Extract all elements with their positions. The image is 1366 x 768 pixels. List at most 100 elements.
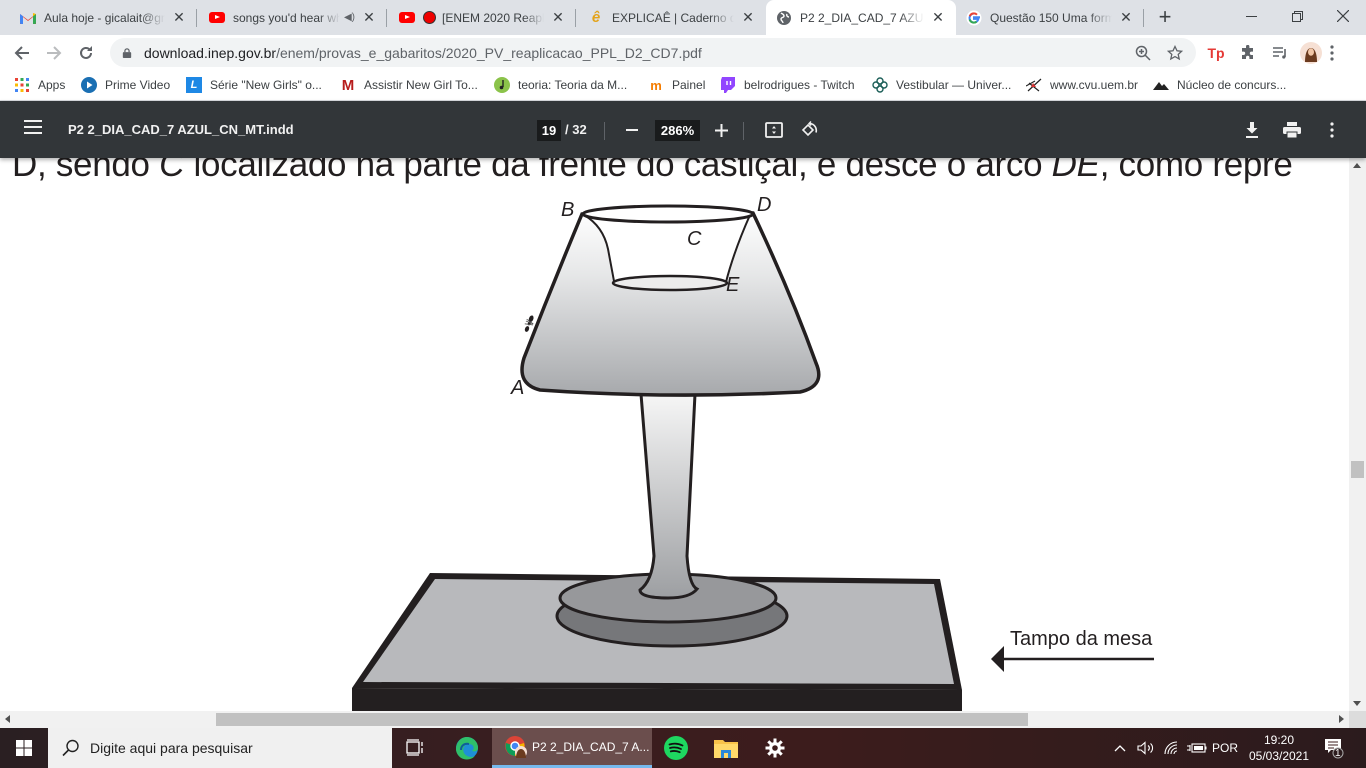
bookmark-label: Série "New Girls" o...: [210, 78, 322, 92]
notification-count-badge: 1: [1335, 748, 1341, 759]
network-button[interactable]: [1164, 728, 1180, 768]
sidebar-menu-button[interactable]: [24, 120, 42, 134]
taskbar-search-box[interactable]: Digite aqui para pesquisar: [48, 728, 392, 768]
more-vert-icon: [1330, 45, 1334, 61]
prime-video-icon: [81, 77, 97, 93]
lock-icon: [122, 47, 132, 58]
forward-button[interactable]: [42, 41, 66, 65]
close-tab-icon[interactable]: ✕: [930, 9, 946, 26]
arrow-right-icon: [47, 46, 62, 60]
minus-icon: [626, 129, 638, 131]
bookmark-nucleo[interactable]: Núcleo de concurs...: [1153, 76, 1286, 94]
fit-to-page-icon: [765, 122, 783, 138]
chevron-up-icon: [1114, 745, 1126, 752]
volume-button[interactable]: [1137, 728, 1155, 768]
close-tab-icon[interactable]: ✕: [740, 9, 756, 26]
horizontal-scroll-thumb[interactable]: [216, 713, 1028, 726]
rotate-button[interactable]: [798, 118, 822, 142]
file-explorer-button[interactable]: [702, 728, 750, 768]
browser-toolbar: download.inep.gov.br/enem/provas_e_gabar…: [0, 35, 1366, 70]
address-bar[interactable]: download.inep.gov.br/enem/provas_e_gabar…: [110, 38, 1196, 67]
bookmark-serie-new-girls[interactable]: L Série "New Girls" o...: [186, 76, 322, 94]
tab-title: songs you'd hear while: [233, 10, 340, 25]
zoom-level-input[interactable]: 286%: [655, 120, 700, 141]
bookmark-cvu[interactable]: www.cvu.uem.br: [1026, 76, 1138, 94]
bookmark-assistir-new-girl[interactable]: M Assistir New Girl To...: [340, 76, 478, 94]
reload-button[interactable]: [74, 41, 98, 65]
close-tab-icon[interactable]: ✕: [171, 9, 187, 26]
back-button[interactable]: [10, 41, 34, 65]
close-window-button[interactable]: [1320, 0, 1366, 32]
tab-youtube-enem[interactable]: [ENEM 2020 Reaplicação ✕: [387, 0, 576, 35]
start-button[interactable]: [0, 728, 48, 768]
toolbar-divider: [743, 122, 744, 140]
scroll-right-arrow[interactable]: [1339, 715, 1344, 723]
point-label-b: B: [561, 199, 575, 221]
chrome-menu-button[interactable]: [1321, 42, 1343, 64]
tab-explicae[interactable]: ê EXPLICAÊ | Caderno de ✕: [576, 0, 766, 35]
zoom-indicator-icon[interactable]: [1134, 44, 1152, 62]
bookmark-teoria[interactable]: teoria: Teoria da M...: [494, 76, 627, 94]
explicae-icon: ê: [591, 9, 601, 26]
pdf-toolbar: P2 2_DIA_CAD_7 AZUL_CN_MT.indd 19 / 32 2…: [0, 101, 1366, 158]
action-center-button[interactable]: 1: [1324, 728, 1344, 768]
bookmark-star-icon[interactable]: [1166, 44, 1184, 62]
bookmark-vestibular[interactable]: Vestibular — Univer...: [872, 76, 1011, 94]
close-tab-icon[interactable]: ✕: [1118, 9, 1134, 26]
zoom-in-button[interactable]: [709, 118, 733, 142]
input-language-indicator[interactable]: POR: [1212, 728, 1238, 768]
close-icon: [1337, 10, 1349, 22]
print-button[interactable]: [1280, 118, 1304, 142]
fit-page-button[interactable]: [762, 118, 786, 142]
bookmark-painel[interactable]: m Painel: [648, 76, 705, 94]
close-tab-icon[interactable]: ✕: [361, 9, 377, 26]
taskbar-clock[interactable]: 19:20 05/03/2021: [1244, 732, 1314, 764]
tab-title: [ENEM 2020 Reaplicação: [442, 10, 544, 25]
spotify-button[interactable]: [652, 728, 700, 768]
scroll-up-arrow[interactable]: [1353, 163, 1361, 168]
bookmark-prime-video[interactable]: Prime Video: [81, 76, 170, 94]
settings-button[interactable]: [751, 728, 799, 768]
close-tab-icon[interactable]: ✕: [550, 9, 566, 26]
task-view-button[interactable]: [392, 728, 440, 768]
minimize-button[interactable]: [1228, 0, 1274, 32]
pdf-viewport[interactable]: D, sendo C localizado na parte da frente…: [0, 101, 1349, 711]
battery-button[interactable]: [1187, 728, 1207, 768]
bookmark-twitch[interactable]: belrodrigues - Twitch: [720, 76, 855, 94]
url-path: /enem/provas_e_gabaritos/2020_PV_reaplic…: [276, 44, 702, 61]
folder-icon: [714, 740, 738, 758]
page-number-input[interactable]: 19: [537, 120, 561, 141]
vertical-scroll-thumb[interactable]: [1351, 461, 1364, 478]
taskbar-chrome-active-app[interactable]: P2 2_DIA_CAD_7 A...: [492, 728, 652, 768]
new-tab-button[interactable]: +: [1154, 6, 1176, 29]
media-control-icon[interactable]: [1269, 42, 1291, 64]
download-button[interactable]: [1240, 118, 1264, 142]
extensions-puzzle-icon[interactable]: [1237, 42, 1259, 64]
profile-avatar[interactable]: [1300, 42, 1322, 64]
restore-button[interactable]: [1274, 0, 1320, 32]
figure-caption: Tampo da mesa: [1010, 628, 1153, 650]
bookmark-apps[interactable]: Apps: [14, 76, 65, 94]
youtube-icon: [399, 10, 415, 26]
zoom-out-button[interactable]: [620, 118, 644, 142]
search-icon: [62, 739, 79, 757]
horizontal-scrollbar[interactable]: [0, 711, 1349, 728]
tab-google-questao[interactable]: Questão 150 Uma formiga ✕: [956, 0, 1144, 35]
audio-playing-icon[interactable]: ◀︎): [344, 12, 355, 23]
vertical-scrollbar[interactable]: [1349, 158, 1366, 711]
tab-youtube-songs[interactable]: songs you'd hear while ◀︎) ✕: [197, 0, 387, 35]
gear-icon: [765, 738, 785, 758]
toolbar-divider: [604, 122, 605, 140]
edge-button[interactable]: [443, 728, 491, 768]
scroll-left-arrow[interactable]: [5, 715, 10, 723]
scroll-down-arrow[interactable]: [1353, 701, 1361, 706]
recording-icon: [423, 11, 436, 24]
bookmark-label: www.cvu.uem.br: [1050, 78, 1139, 92]
tab-pdf-active[interactable]: P2 2_DIA_CAD_7 AZUL_CN_MT.indd ✕: [766, 0, 956, 35]
tab-gmail[interactable]: Aula hoje - gicalait@gmail.com ✕: [0, 0, 197, 35]
clock-time: 19:20: [1263, 733, 1295, 747]
show-hidden-icons-button[interactable]: [1114, 728, 1126, 768]
tp-extension-icon[interactable]: Tp: [1205, 42, 1227, 64]
restore-icon: [1291, 10, 1303, 22]
pdf-more-button[interactable]: [1320, 118, 1344, 142]
